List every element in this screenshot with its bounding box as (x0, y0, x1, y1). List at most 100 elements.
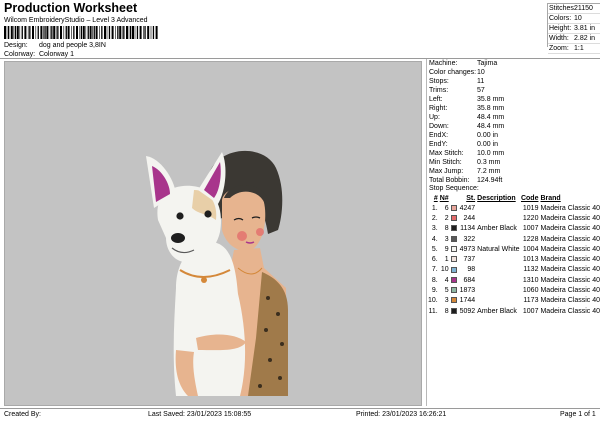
barcode-bar (14, 26, 17, 39)
table-row: 4. 3 322 1228 Madeira Classic 40 (428, 234, 600, 244)
info-value: 35.8 mm (477, 96, 505, 103)
row-code: 1173 (523, 297, 539, 305)
row-needle: 8 (444, 225, 449, 233)
row-brand: Madeira Classic 40 (540, 276, 600, 284)
barcode (4, 26, 158, 39)
color-changes-row: Color changes: 10 (429, 69, 485, 76)
row-code: 1310 (522, 276, 539, 284)
row-brand: Madeira Classic 40 (540, 307, 600, 315)
row-code: 1132 (523, 266, 539, 274)
row-stitches: 684 (463, 276, 476, 284)
row-stitches: 244 (463, 214, 476, 222)
row-brand: Madeira Classic 40 (540, 256, 600, 264)
row-brand: Madeira Classic 40 (540, 245, 600, 253)
color-swatch (450, 254, 458, 264)
barcode-bar (49, 26, 51, 39)
stops-row: Stops: 11 (429, 78, 484, 85)
info-key: EndX: (429, 132, 449, 139)
row-stitches: 1873 (459, 287, 476, 295)
row-needle: 9 (444, 245, 449, 253)
barcode-bar (89, 26, 92, 39)
table-row: 7. 10 98 1132 Madeira Classic 40 (428, 265, 600, 275)
barcode-bar (63, 26, 65, 39)
barcode-bar (101, 26, 103, 39)
row-code: 1004 (522, 245, 539, 253)
row-index: 3. (431, 225, 438, 233)
row-code: 1013 (522, 256, 539, 264)
thread-color-swatch (450, 297, 457, 304)
row-description (477, 285, 520, 295)
info-value: 57 (477, 87, 485, 94)
info-value: 0.3 mm (477, 159, 501, 166)
barcode-bar (16, 26, 19, 39)
last-saved: Last Saved: 23/01/2023 15:08:55 (148, 411, 252, 418)
info-value: 11 (477, 78, 485, 85)
row-index: 4. (431, 235, 438, 243)
printed-date: Printed: 23/01/2023 16:26:21 (356, 411, 447, 418)
row-index: 5. (431, 245, 438, 253)
info-panel: Machine: Tajima Color changes: 10 Stops: 11… (426, 59, 600, 406)
stat-value: 1:1 (574, 45, 584, 52)
barcode-bar (71, 26, 72, 39)
software-name: Wilcom EmbroideryStudio – Level 3 Advanc… (4, 17, 148, 24)
barcode-bar (152, 26, 155, 39)
barcode-bar (92, 26, 93, 39)
barcode-bar (43, 26, 44, 39)
barcode-bar (60, 26, 62, 39)
row-brand: Madeira Classic 40 (540, 225, 600, 233)
table-row: 11. 8 5092 Amber Black 1007 Madeira Classic 4… (428, 306, 600, 316)
barcode-bar (13, 26, 15, 39)
design-preview (4, 61, 422, 406)
table-row: 6. 1 737 1013 Madeira Classic 40 (428, 254, 600, 264)
thread-color-swatch (450, 204, 457, 211)
barcode-bar (104, 26, 106, 39)
color-swatch (450, 306, 458, 316)
color-swatch (450, 275, 458, 285)
down-row: Down: 48.4 mm (429, 123, 504, 130)
col-header-code: Code (520, 195, 539, 202)
barcode-bar (73, 26, 75, 39)
color-swatch (450, 296, 458, 306)
info-value: 48.4 mm (477, 114, 505, 121)
barcode-bar (139, 26, 142, 39)
stat-key: Colors: (549, 15, 572, 22)
row-stitches: 1134 (460, 225, 476, 233)
row-needle: 6 (444, 204, 449, 212)
stat-value: 2.82 in (574, 35, 596, 42)
stat-value: 21150 (574, 5, 593, 12)
max-stitch-row: Max Stitch: 10.0 mm (429, 150, 504, 157)
page-number: Page 1 of 1 (560, 411, 596, 418)
color-swatch (450, 224, 458, 234)
row-description (477, 203, 520, 213)
design-row: Design: dog and people 3,8IN (4, 42, 106, 49)
design-label: Design: (4, 42, 28, 49)
colorway-label: Colorway: (4, 51, 36, 58)
barcode-bar (123, 26, 125, 39)
max-jump-row: Max Jump: 7.2 mm (429, 168, 500, 175)
row-needle: 2 (444, 214, 449, 222)
barcode-bar (24, 26, 27, 39)
barcode-bar (115, 26, 116, 39)
color-swatch (450, 285, 458, 295)
thread-color-swatch (450, 215, 457, 222)
col-header-needle: N# (439, 195, 449, 202)
right-row: Right: 35.8 mm (429, 105, 504, 112)
barcode-bar (130, 26, 132, 39)
barcode-bar (132, 26, 134, 39)
thread-color-swatch (450, 256, 457, 263)
row-needle: 4 (444, 276, 449, 284)
barcode-bar (76, 26, 78, 39)
row-index: 1. (431, 204, 438, 212)
barcode-bar (85, 26, 87, 39)
stat-width: Width: 2.82 in (548, 34, 600, 44)
barcode-bar (128, 26, 130, 39)
table-row: 3. 8 1134 Amber Black 1007 Madeira Classic 40 (428, 224, 600, 234)
barcode-bar (93, 26, 95, 39)
divider (0, 408, 600, 409)
total-bobbin-row: Total Bobbin: 124.94ft (429, 177, 502, 184)
thread-color-swatch (450, 287, 457, 294)
stat-value: 3.81 in (574, 25, 596, 32)
row-brand: Madeira Classic 40 (540, 297, 600, 305)
stat-value: 10 (574, 15, 582, 22)
barcode-bar (106, 26, 108, 39)
